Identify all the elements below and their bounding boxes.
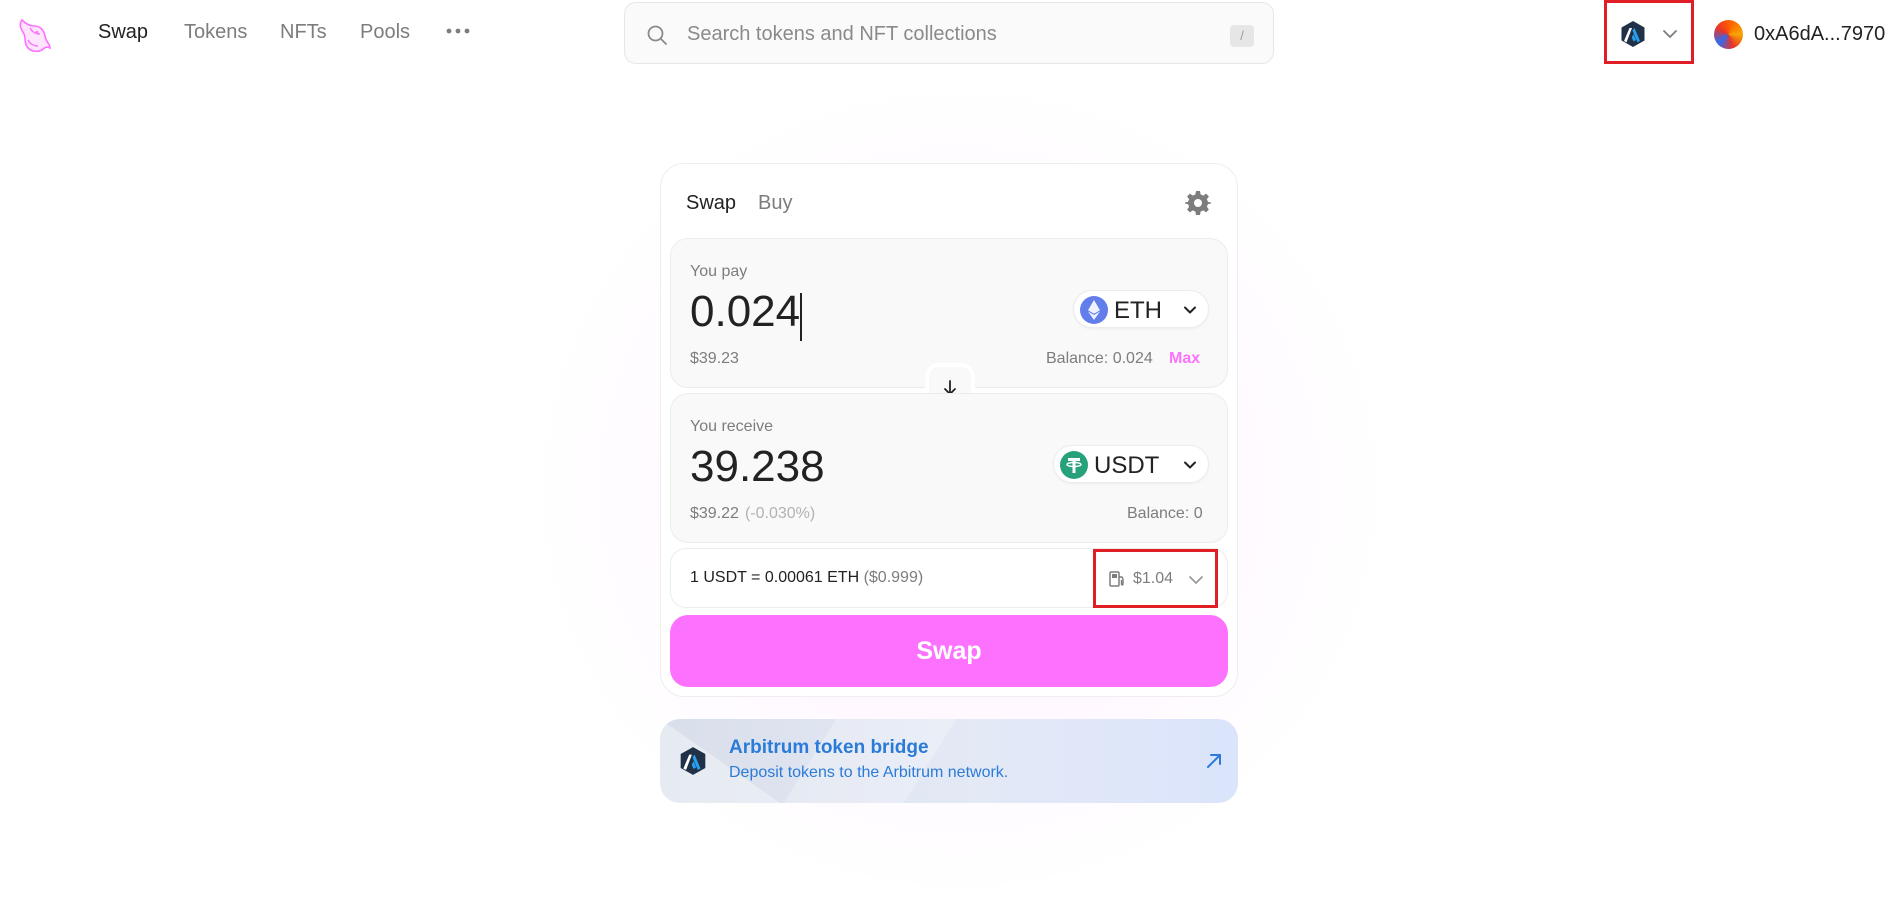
search-bar[interactable]: / (624, 2, 1274, 64)
receive-token-selector[interactable]: USDT (1053, 445, 1209, 483)
receive-balance: Balance: 0 (1127, 505, 1203, 522)
receive-panel: You receive 39.238 USDT $39.22 (-0.030%) … (670, 393, 1228, 543)
nav-nfts[interactable]: NFTs (280, 21, 327, 44)
ellipsis-icon[interactable] (443, 18, 473, 44)
receive-label: You receive (690, 418, 774, 435)
wallet-avatar (1714, 20, 1743, 49)
network-selector-button[interactable] (1604, 0, 1694, 64)
top-nav: Swap Tokens NFTs Pools / 0xA6dA...7970 (0, 0, 1897, 72)
bridge-subtitle: Deposit tokens to the Arbitrum network. (729, 764, 1009, 781)
receive-usd-amount: $39.22 (690, 505, 739, 522)
exchange-rate: 1 USDT = 0.00061 ETH ($0.999) (690, 569, 923, 587)
arrow-up-right-icon (1207, 754, 1221, 768)
gas-fee-toggle[interactable]: $1.04 (1093, 549, 1218, 608)
search-shortcut-key: / (1230, 25, 1254, 47)
exchange-rate-text: 1 USDT = 0.00061 ETH (690, 569, 860, 586)
pay-token-symbol: ETH (1114, 297, 1162, 324)
pay-usd-value: $39.23 (690, 350, 739, 367)
swap-card: Swap Buy You pay 0.024 ETH $39.23 Balanc… (660, 163, 1238, 697)
max-button[interactable]: Max (1169, 350, 1200, 368)
nav-swap[interactable]: Swap (98, 21, 148, 44)
receive-token-symbol: USDT (1094, 452, 1160, 479)
arbitrum-icon (680, 747, 706, 775)
nav-pools[interactable]: Pools (360, 21, 410, 44)
pay-label: You pay (690, 263, 748, 280)
uniswap-logo-icon[interactable] (14, 14, 56, 56)
eth-icon (1080, 296, 1108, 324)
arbitrum-icon (1621, 21, 1645, 47)
exchange-rate-usd: ($0.999) (863, 569, 924, 586)
arbitrum-bridge-banner[interactable]: Arbitrum token bridge Deposit tokens to … (660, 719, 1238, 803)
gas-pump-icon (1109, 571, 1124, 587)
wallet-address: 0xA6dA...7970 (1754, 23, 1886, 45)
usdt-icon (1060, 451, 1088, 479)
swap-button[interactable]: Swap (670, 615, 1228, 687)
pay-token-selector[interactable]: ETH (1073, 290, 1209, 328)
text-cursor (800, 293, 802, 341)
tab-buy[interactable]: Buy (758, 192, 792, 215)
chevron-down-icon (1184, 461, 1196, 469)
pay-balance: Balance: 0.024 (1046, 350, 1153, 367)
price-impact: (-0.030%) (744, 505, 816, 522)
search-input[interactable] (685, 13, 1209, 55)
exchange-rate-row[interactable]: 1 USDT = 0.00061 ETH ($0.999) $1.04 (670, 548, 1228, 608)
tab-swap[interactable]: Swap (686, 192, 736, 215)
search-icon (647, 25, 667, 45)
bridge-title: Arbitrum token bridge (729, 737, 929, 758)
receive-amount-input[interactable]: 39.238 (690, 442, 990, 492)
settings-gear-icon[interactable] (1185, 190, 1211, 216)
wallet-button[interactable]: 0xA6dA...7970 (1712, 18, 1892, 50)
chevron-down-icon (1184, 306, 1196, 314)
receive-usd-value: $39.22 (-0.030%) (690, 505, 815, 523)
chevron-down-icon (1189, 576, 1203, 584)
nav-tokens[interactable]: Tokens (184, 21, 247, 44)
chevron-down-icon (1663, 30, 1677, 38)
gas-fee-value: $1.04 (1133, 570, 1174, 587)
banner-decoration (783, 719, 957, 803)
pay-amount-input[interactable]: 0.024 (690, 287, 990, 337)
